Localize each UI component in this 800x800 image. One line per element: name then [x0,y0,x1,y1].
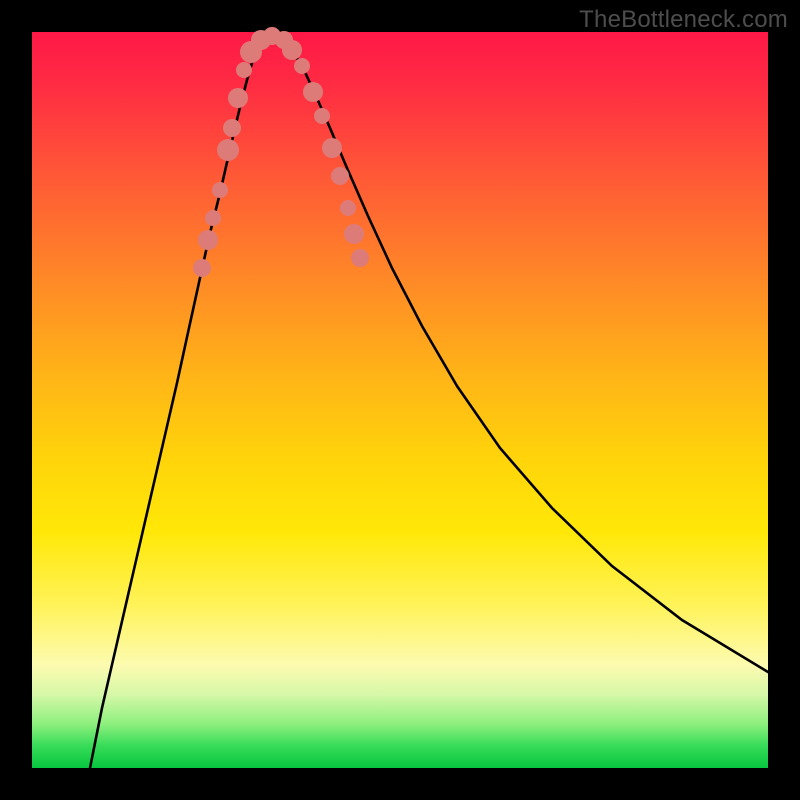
plot-area [32,32,768,768]
bead-marker [236,62,252,78]
bead-marker [303,82,323,102]
curve-svg [32,32,768,768]
bead-marker [223,119,241,137]
bead-marker [344,224,364,244]
bottleneck-curve [90,38,768,768]
chart-frame: TheBottleneck.com [0,0,800,800]
bead-marker [294,58,310,74]
bead-marker [198,230,218,250]
bead-marker [322,138,342,158]
bead-marker [282,40,302,60]
bead-marker [340,200,356,216]
bead-marker [331,167,349,185]
bead-marker [193,259,211,277]
bead-marker [217,139,239,161]
bead-marker [351,249,369,267]
bead-marker [205,210,221,226]
watermark-text: TheBottleneck.com [579,6,788,34]
bead-group [193,27,369,277]
bead-marker [314,108,330,124]
bead-marker [228,88,248,108]
bead-marker [212,182,228,198]
